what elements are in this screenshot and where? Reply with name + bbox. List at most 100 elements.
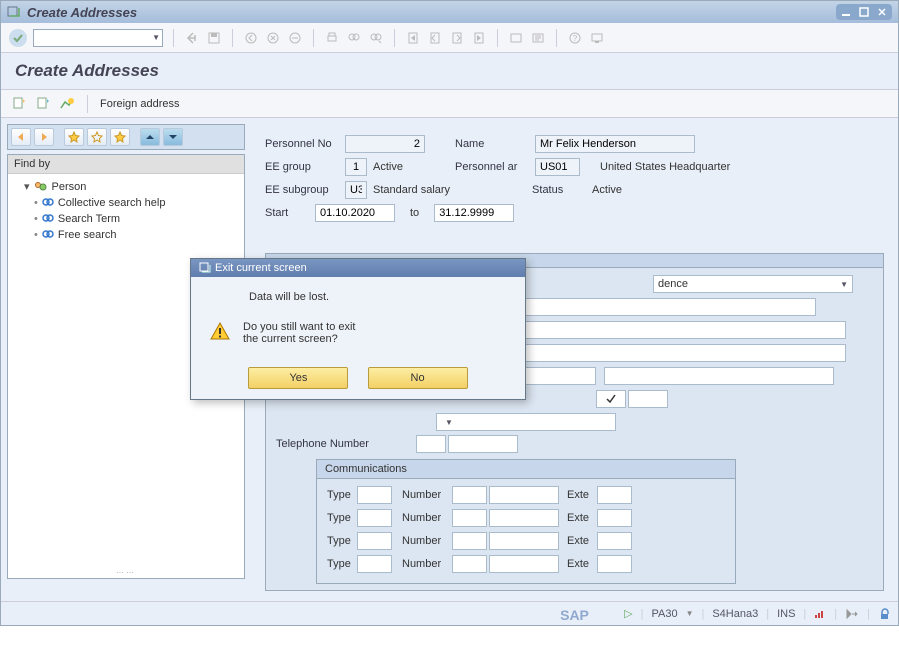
first-page-icon[interactable]: [405, 30, 421, 46]
status-arrow-icon[interactable]: ▷: [624, 607, 632, 620]
personnel-no-field[interactable]: [345, 135, 425, 153]
comm-num-2b[interactable]: [489, 532, 559, 550]
copy-icon[interactable]: [35, 96, 51, 112]
prev-page-icon[interactable]: [427, 30, 443, 46]
tree-item-collective[interactable]: •Collective search help: [34, 195, 238, 211]
close-button[interactable]: [873, 5, 891, 19]
personnel-ar-field: [535, 158, 580, 176]
comm-type-3[interactable]: [357, 555, 392, 573]
exte-label: Exte: [567, 512, 597, 524]
ee-subgroup-label: EE subgroup: [265, 184, 345, 196]
addr-field-b[interactable]: [604, 367, 834, 385]
enter-button[interactable]: [9, 29, 27, 47]
comm-ext-0[interactable]: [597, 486, 632, 504]
comm-num-0a[interactable]: [452, 486, 487, 504]
to-field[interactable]: [434, 204, 514, 222]
number-label: Number: [402, 512, 452, 524]
number-label: Number: [402, 558, 452, 570]
app-toolbar: Foreign address: [1, 90, 898, 118]
exte-label: Exte: [567, 535, 597, 547]
start-label: Start: [265, 207, 315, 219]
comm-num-1a[interactable]: [452, 509, 487, 527]
comm-ext-2[interactable]: [597, 532, 632, 550]
comm-type-2[interactable]: [357, 532, 392, 550]
ee-subgroup-field: [345, 181, 367, 199]
save-icon[interactable]: [206, 30, 222, 46]
nav-prev[interactable]: [11, 128, 31, 146]
nav-back-icon[interactable]: [184, 30, 200, 46]
print-icon[interactable]: [324, 30, 340, 46]
new-icon[interactable]: [11, 96, 27, 112]
addr-line3[interactable]: [496, 344, 846, 362]
find-next-icon[interactable]: [368, 30, 384, 46]
overview-icon[interactable]: [59, 96, 75, 112]
minimize-button[interactable]: [837, 5, 855, 19]
fav-add[interactable]: [64, 128, 84, 146]
comm-ext-3[interactable]: [597, 555, 632, 573]
dialog-line3: the current screen?: [243, 333, 356, 345]
find-icon[interactable]: [346, 30, 362, 46]
tree-item-freesearch[interactable]: •Free search: [34, 227, 238, 243]
comm-type-0[interactable]: [357, 486, 392, 504]
maximize-button[interactable]: [855, 5, 873, 19]
tel-number[interactable]: [448, 435, 518, 453]
comm-num-1b[interactable]: [489, 509, 559, 527]
exit-icon[interactable]: [265, 30, 281, 46]
main-toolbar: ?: [1, 23, 898, 53]
exte-label: Exte: [567, 558, 597, 570]
yes-button[interactable]: Yes: [248, 367, 348, 389]
tree-item-searchterm[interactable]: •Search Term: [34, 211, 238, 227]
dropdown-value: dence: [658, 278, 688, 290]
help-icon[interactable]: ?: [567, 30, 583, 46]
page-title: Create Addresses: [1, 53, 898, 90]
country-dropdown[interactable]: [436, 413, 616, 431]
checkbox[interactable]: [596, 390, 626, 408]
no-button[interactable]: No: [368, 367, 468, 389]
next-page-icon[interactable]: [449, 30, 465, 46]
command-field[interactable]: [33, 29, 163, 47]
back-icon[interactable]: [243, 30, 259, 46]
status-label: Status: [532, 184, 592, 196]
comm-num-3b[interactable]: [489, 555, 559, 573]
layout-icon[interactable]: [589, 30, 605, 46]
tel-prefix[interactable]: [416, 435, 446, 453]
addr-line1[interactable]: [496, 298, 816, 316]
exit-dialog: Exit current screen Data will be lost. D…: [190, 258, 526, 400]
cancel-icon[interactable]: [287, 30, 303, 46]
addr-field-c[interactable]: [628, 390, 668, 408]
nav-toolbar: [7, 124, 245, 150]
number-label: Number: [402, 535, 452, 547]
comm-type-1[interactable]: [357, 509, 392, 527]
ee-group-text: Active: [373, 161, 425, 173]
shortcut-icon[interactable]: [530, 30, 546, 46]
ee-group-label: EE group: [265, 161, 345, 173]
status-signal-icon[interactable]: [814, 608, 826, 620]
ee-subgroup-text: Standard salary: [373, 184, 450, 196]
fav-1[interactable]: [87, 128, 107, 146]
status-abort-icon[interactable]: [845, 608, 859, 620]
tree-node-person[interactable]: ▾ Person: [24, 178, 238, 195]
fav-2[interactable]: [110, 128, 130, 146]
start-field[interactable]: [315, 204, 395, 222]
address-type-dropdown[interactable]: dence: [653, 275, 853, 293]
splitter-handle[interactable]: ⋯⋯: [8, 568, 244, 577]
comm-num-2a[interactable]: [452, 532, 487, 550]
expand-icon[interactable]: [140, 128, 160, 146]
new-session-icon[interactable]: [508, 30, 524, 46]
menu-icon[interactable]: [7, 5, 21, 19]
comm-num-0b[interactable]: [489, 486, 559, 504]
type-label: Type: [327, 558, 357, 570]
comm-num-3a[interactable]: [452, 555, 487, 573]
nav-next[interactable]: [34, 128, 54, 146]
comm-ext-1[interactable]: [597, 509, 632, 527]
sap-logo: SAP: [560, 607, 589, 623]
name-field: [535, 135, 695, 153]
foreign-address-label[interactable]: Foreign address: [100, 98, 180, 110]
last-page-icon[interactable]: [471, 30, 487, 46]
addr-line2[interactable]: [496, 321, 846, 339]
comms-header: Communications: [317, 460, 735, 479]
dialog-title: Exit current screen: [215, 262, 307, 274]
collapse-icon[interactable]: [163, 128, 183, 146]
status-lock-icon[interactable]: [878, 608, 890, 620]
type-label: Type: [327, 489, 357, 501]
